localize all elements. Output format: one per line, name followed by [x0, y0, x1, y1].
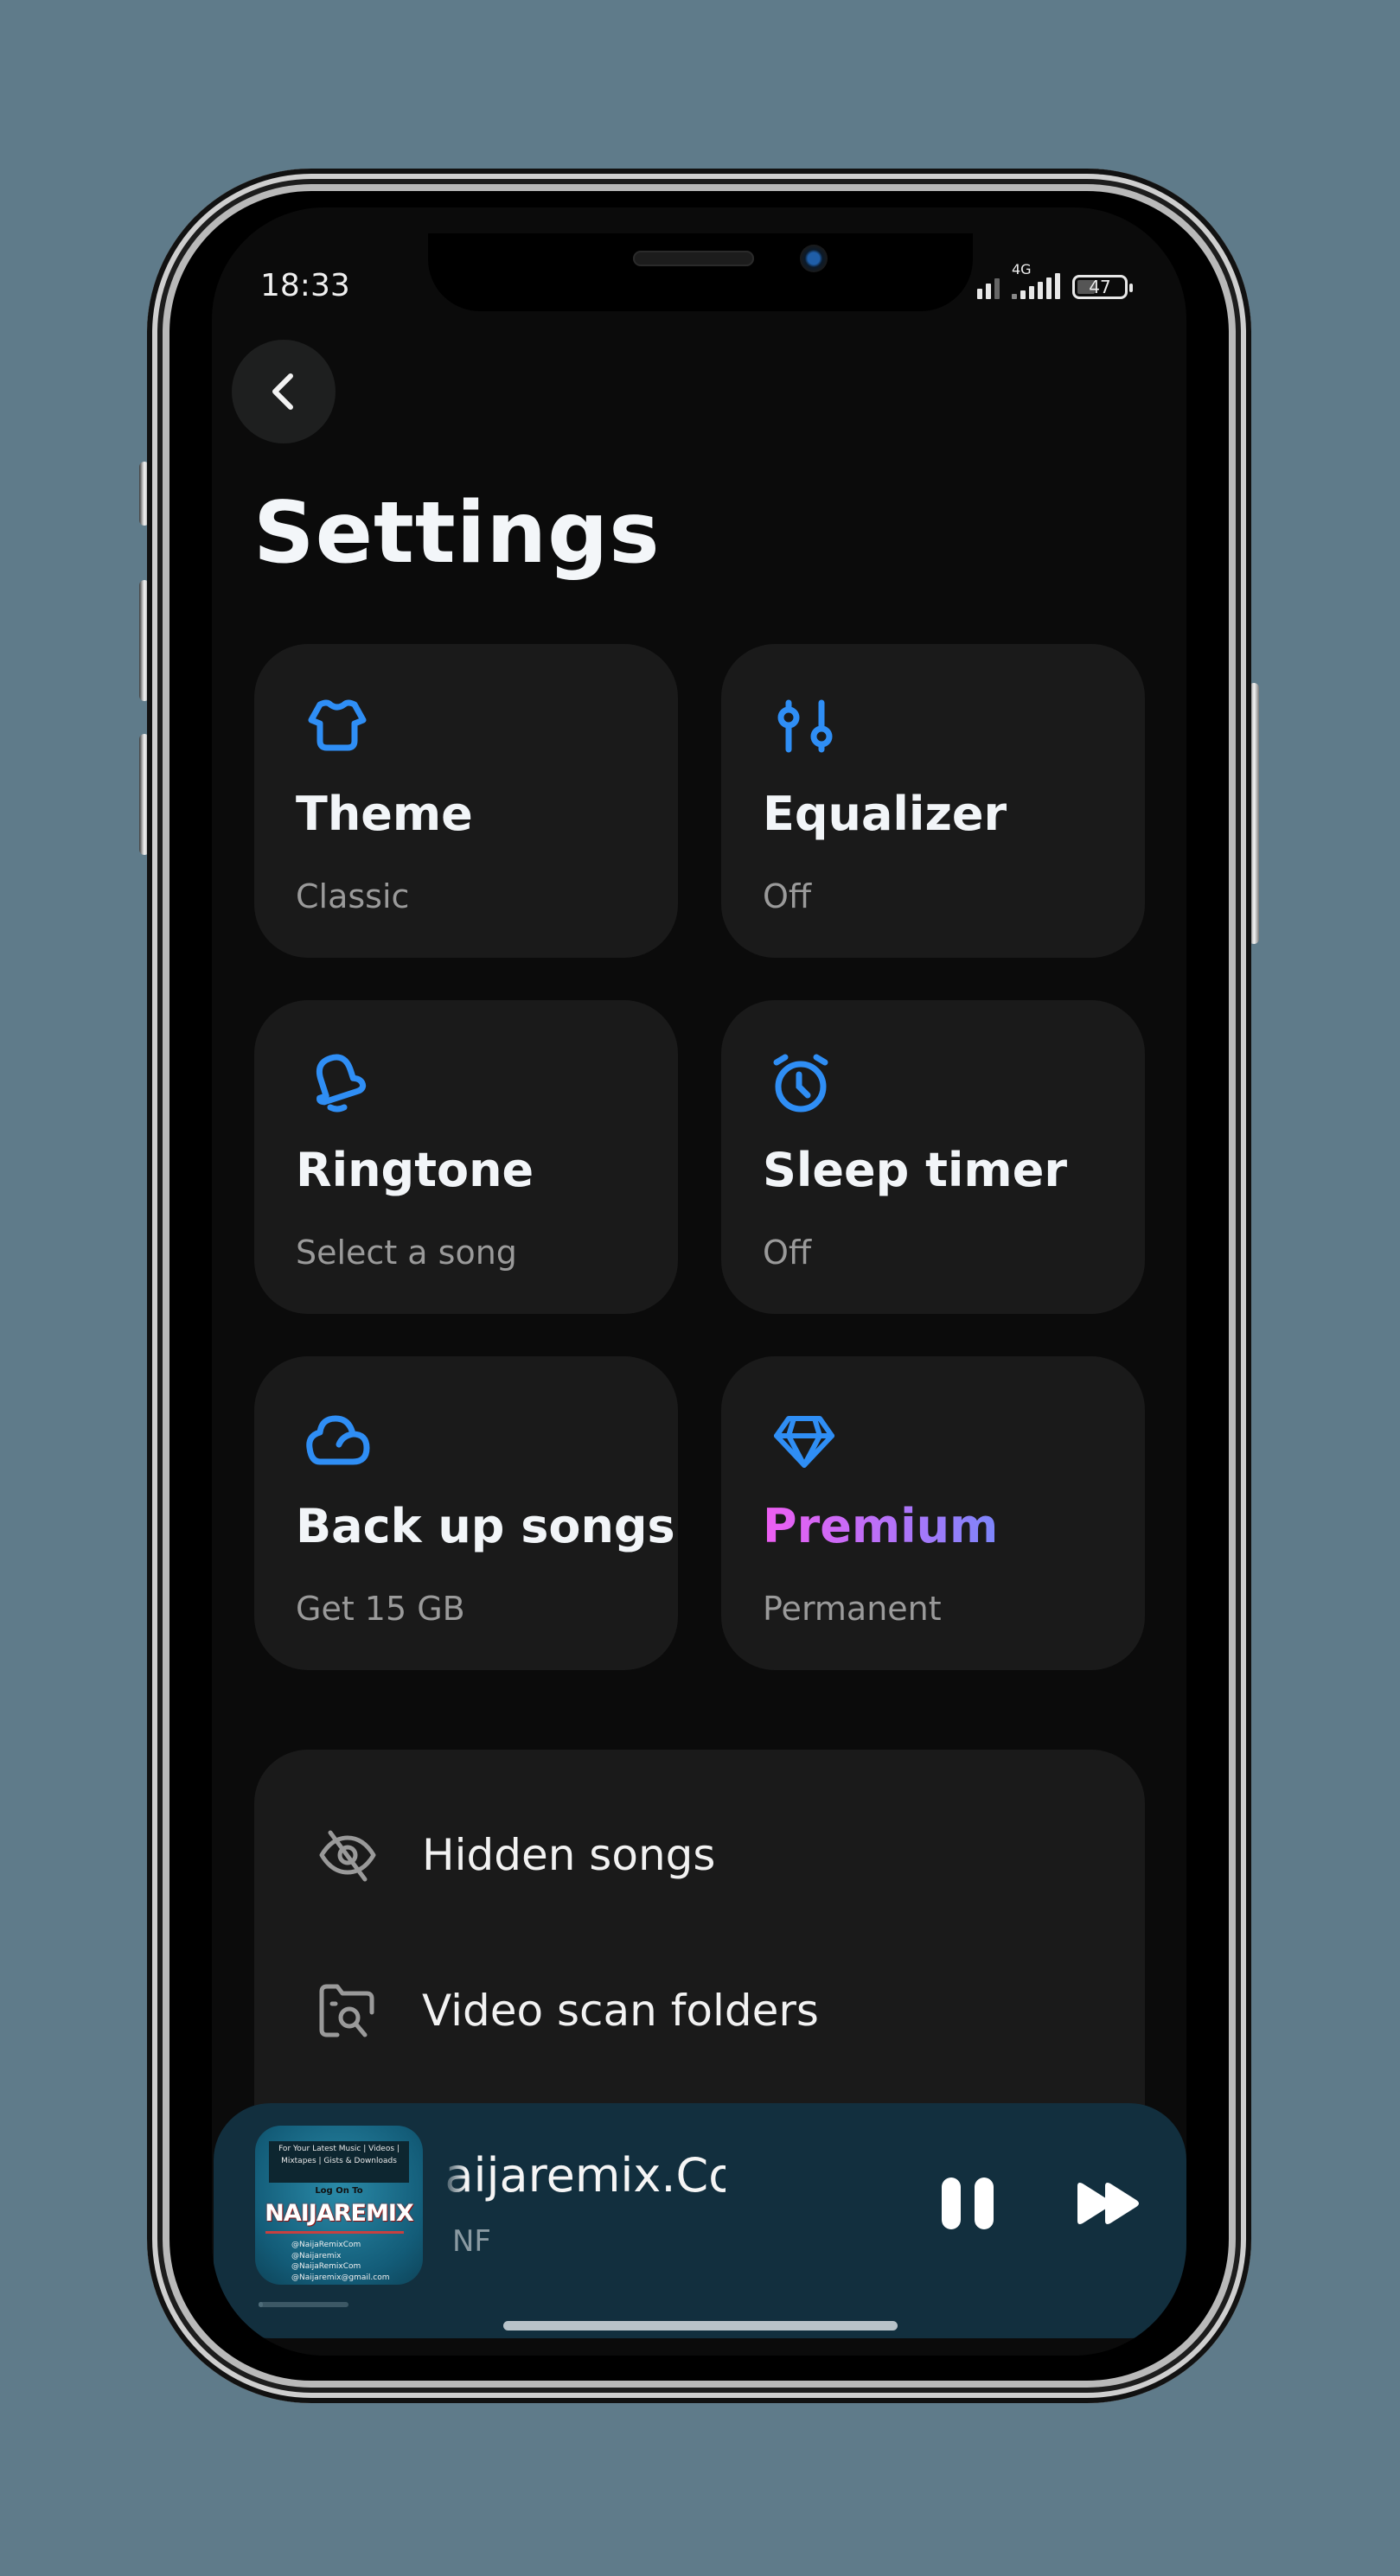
- signal-icon-1: [977, 278, 1000, 299]
- mini-player[interactable]: For Your Latest Music | Videos | Mixtape…: [214, 2103, 1186, 2338]
- song-artist: NF: [452, 2224, 491, 2259]
- notch: [428, 233, 973, 311]
- network-type: 4G: [1012, 261, 1032, 277]
- album-art-divider: [265, 2231, 404, 2234]
- card-title: Sleep timer: [763, 1143, 1067, 1197]
- equalizer-card[interactable]: Equalizer Off: [721, 644, 1145, 958]
- card-subtitle: Get 15 GB: [296, 1590, 465, 1628]
- progress-fill: [259, 2302, 264, 2307]
- cloud-icon: [306, 1415, 370, 1465]
- theme-card[interactable]: Theme Classic: [254, 644, 678, 958]
- handle-twitter: @Naijaremix: [291, 2251, 342, 2260]
- fast-forward-icon: [1077, 2183, 1139, 2224]
- signal-icon-2: 4G: [1012, 261, 1060, 299]
- song-title: Naijaremix.Com: [440, 2148, 726, 2203]
- page-title: Settings: [253, 484, 661, 583]
- card-subtitle: Permanent: [763, 1590, 942, 1628]
- card-subtitle: Off: [763, 877, 812, 915]
- sleep-timer-card[interactable]: Sleep timer Off: [721, 1000, 1145, 1314]
- card-subtitle: Select a song: [296, 1234, 517, 1272]
- album-art-log-on: Log On To: [315, 2186, 363, 2196]
- card-subtitle: Classic: [296, 877, 410, 915]
- backup-songs-card[interactable]: Back up songs Get 15 GB: [254, 1356, 678, 1670]
- phone-screen: 18:33 4G 47 Settings Theme Classic Equal…: [212, 207, 1186, 2356]
- card-title: Premium: [763, 1499, 999, 1553]
- handle-email: @Naijaremix@gmail.com: [291, 2273, 390, 2282]
- album-art-brand: NAIJAREMIX: [265, 2200, 413, 2227]
- settings-grid: Theme Classic Equalizer Off Ringtone Sel…: [254, 644, 1145, 1670]
- song-title-text: Naijaremix.Com: [440, 2148, 726, 2203]
- folder-search-icon: [319, 1984, 374, 2037]
- card-title: Equalizer: [763, 787, 1007, 841]
- equalizer-sliders-icon: [777, 699, 833, 753]
- speaker-grille: [633, 251, 754, 266]
- handle-instagram: @NaijaRemixCom: [291, 2262, 361, 2271]
- status-time: 18:33: [260, 268, 350, 303]
- premium-card[interactable]: Premium Permanent: [721, 1356, 1145, 1670]
- alarm-clock-icon: [773, 1054, 828, 1113]
- bell-icon: [316, 1054, 367, 1113]
- front-camera: [800, 245, 828, 272]
- album-art-banner: For Your Latest Music | Videos | Mixtape…: [269, 2141, 409, 2183]
- playback-progress[interactable]: [259, 2302, 348, 2307]
- status-icons: 4G 47: [977, 261, 1133, 299]
- handle-facebook: @NaijaRemixCom: [291, 2241, 361, 2249]
- pause-button[interactable]: [938, 2176, 997, 2231]
- battery-icon: 47: [1072, 275, 1133, 299]
- album-art: For Your Latest Music | Videos | Mixtape…: [255, 2126, 423, 2285]
- chevron-left-icon: [272, 373, 293, 410]
- battery-level: 47: [1089, 277, 1111, 297]
- album-art-handles: @NaijaRemixCom @Naijaremix @NaijaRemixCo…: [291, 2240, 389, 2283]
- pause-icon: [942, 2177, 994, 2229]
- list-item-label: Video scan folders: [422, 1986, 819, 2036]
- card-title: Ringtone: [296, 1143, 534, 1197]
- home-indicator[interactable]: [503, 2321, 898, 2331]
- card-title: Back up songs: [296, 1499, 675, 1553]
- card-title: Theme: [296, 787, 473, 841]
- card-subtitle: Off: [763, 1234, 812, 1272]
- list-item-label: Hidden songs: [422, 1830, 716, 1880]
- diamond-icon: [774, 1416, 834, 1468]
- eye-off-icon: [319, 1830, 376, 1882]
- ringtone-card[interactable]: Ringtone Select a song: [254, 1000, 678, 1314]
- hidden-songs-item[interactable]: Hidden songs: [254, 1790, 1145, 1920]
- tshirt-icon: [308, 699, 367, 751]
- next-button[interactable]: [1074, 2179, 1143, 2228]
- back-button[interactable]: [232, 340, 336, 443]
- video-scan-folders-item[interactable]: Video scan folders: [254, 1946, 1145, 2075]
